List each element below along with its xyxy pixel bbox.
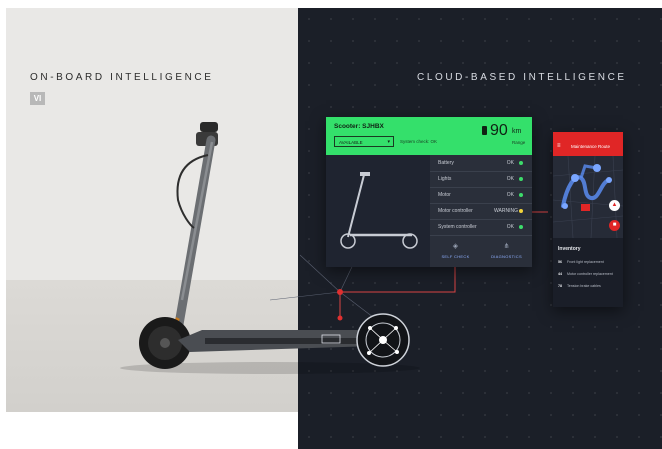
scooter-thumbnail-icon <box>340 172 418 249</box>
locate-icon[interactable]: ▲ <box>609 200 620 211</box>
component-name: System controller <box>438 224 477 230</box>
connection-node <box>337 289 343 295</box>
component-row: Motor controller WARNING <box>430 203 532 220</box>
component-status: OK <box>506 192 514 198</box>
inventory-item: 78 Tension brake cables <box>558 284 620 288</box>
inventory-item: 56 Front light replacement <box>558 260 620 264</box>
inventory-title: Inventory <box>558 246 581 252</box>
chevron-down-icon: ▾ <box>387 139 390 145</box>
status-dropdown[interactable]: AVAILABLE ▾ <box>334 136 394 147</box>
component-name: Motor controller <box>438 208 473 214</box>
system-check-text: System check: OK <box>400 139 438 144</box>
warning-dot-icon <box>519 209 523 213</box>
scooter-dashboard-card: Scooter: SJHBX AVAILABLE ▾ System check:… <box>326 117 532 267</box>
component-row: Lights OK <box>430 171 532 188</box>
phone-title: Maintenance Route <box>571 144 611 149</box>
status-dot-icon <box>519 193 523 197</box>
self-check-button[interactable]: ◈ SELF CHECK <box>430 236 481 268</box>
component-row: Battery OK <box>430 155 532 172</box>
battery-icon <box>482 126 487 135</box>
component-status: WARNING <box>494 208 518 214</box>
inventory-item: 44 Motor controller replacement <box>558 272 620 276</box>
component-name: Motor <box>438 192 451 198</box>
diagnostics-label: DIAGNOSTICS <box>491 254 522 259</box>
hero-image: ON-BOARD INTELLIGENCE VI CLOUD-BASED INT… <box>0 0 662 449</box>
inventory-label: Front light replacement <box>567 260 604 264</box>
component-row: System controller OK <box>430 219 532 236</box>
self-check-label: SELF CHECK <box>441 254 470 259</box>
scooter-title: Scooter: SJHBX <box>334 123 384 130</box>
status-dot-icon <box>519 225 523 229</box>
dashboard-actions: ◈ SELF CHECK ⋔ DIAGNOSTICS <box>430 235 532 268</box>
diagnostics-icon: ⋔ <box>503 243 510 250</box>
inventory-qty: 44 <box>558 272 562 276</box>
range-label: Range <box>512 140 526 145</box>
route-map[interactable]: ▲ ■ <box>553 156 623 238</box>
self-check-icon: ◈ <box>452 243 459 250</box>
inventory-label: Tension brake cables <box>567 284 601 288</box>
route-fab-icon[interactable]: ■ <box>609 220 620 231</box>
component-status: OK <box>506 224 514 230</box>
status-value: AVAILABLE <box>339 140 363 145</box>
inventory-qty: 56 <box>558 260 562 264</box>
component-name: Battery <box>438 160 454 166</box>
phone-app-bar: ≡ Maintenance Route <box>553 132 623 156</box>
menu-icon[interactable]: ≡ <box>557 143 561 149</box>
diagnostics-button[interactable]: ⋔ DIAGNOSTICS <box>481 236 532 268</box>
inventory-label: Motor controller replacement <box>567 272 613 276</box>
scooter-thumbnail <box>326 155 430 267</box>
status-dot-icon <box>519 161 523 165</box>
inventory-qty: 78 <box>558 284 562 288</box>
alert-marker-icon[interactable] <box>581 204 590 211</box>
component-status: OK <box>506 176 514 182</box>
maintenance-phone: ≡ Maintenance Route ▲ ■ Inventory 56 Fro… <box>553 132 623 307</box>
component-status: OK <box>506 160 514 166</box>
component-row: Motor OK <box>430 187 532 204</box>
inventory-panel: Inventory 56 Front light replacement 44 Mo… <box>553 238 623 307</box>
component-name: Lights <box>438 176 452 182</box>
range-value: 90 <box>490 122 508 139</box>
dashboard-header: Scooter: SJHBX AVAILABLE ▾ System check:… <box>326 117 532 155</box>
range-unit: km <box>512 128 522 135</box>
status-dot-icon <box>519 177 523 181</box>
connection-node <box>337 315 343 321</box>
